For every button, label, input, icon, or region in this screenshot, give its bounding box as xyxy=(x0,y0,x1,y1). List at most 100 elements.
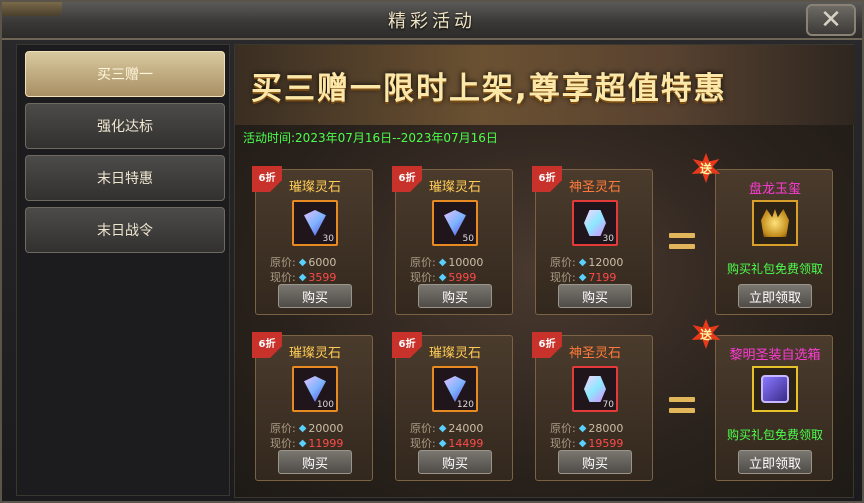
title-bar: 精彩活动 ✕ xyxy=(2,2,862,40)
original-price-value: 6000 xyxy=(308,255,337,269)
item-name: 璀璨灵石 xyxy=(288,346,341,361)
diamond-icon: ◆ xyxy=(298,256,307,268)
tab-doomsday-sale[interactable]: 末日特惠 xyxy=(25,155,225,201)
item-slot[interactable]: 30 xyxy=(292,200,338,246)
gift-card: 盘龙玉玺 购买礼包免费领取 立即领取 xyxy=(715,169,833,315)
radiant-gem-icon xyxy=(304,376,326,402)
original-price-value: 10000 xyxy=(448,255,484,269)
item-name: 神圣灵石 xyxy=(568,346,621,361)
original-price: 原价: ◆ 20000 xyxy=(270,420,343,436)
item-name: 璀璨灵石 xyxy=(428,180,481,195)
diamond-icon: ◆ xyxy=(298,437,307,449)
window-title: 精彩活动 xyxy=(388,11,476,32)
current-price-label: 现价: xyxy=(270,271,296,284)
item-card: 6折 璀璨灵石 30 原价: ◆ 6000 现价: ◆ 3599 购买 xyxy=(252,166,373,315)
original-price-label: 原价: xyxy=(410,422,436,435)
promo-banner: 买三赠一限时上架,尊享超值特惠 xyxy=(235,45,855,125)
current-price-value: 14499 xyxy=(448,436,484,450)
item-quantity: 30 xyxy=(602,234,614,244)
equals-icon xyxy=(669,233,695,249)
original-price-label: 原价: xyxy=(270,256,296,269)
claim-button[interactable]: 立即领取 xyxy=(738,284,812,308)
item-slot[interactable]: 100 xyxy=(292,366,338,412)
item-name: 神圣灵石 xyxy=(568,180,621,195)
original-price-value: 28000 xyxy=(588,421,624,435)
close-button[interactable]: ✕ xyxy=(806,4,856,36)
original-price-label: 原价: xyxy=(270,422,296,435)
item-slot[interactable]: 50 xyxy=(432,200,478,246)
buy-button[interactable]: 购买 xyxy=(558,450,632,474)
original-price-value: 20000 xyxy=(308,421,344,435)
item-name: 璀璨灵石 xyxy=(288,180,341,195)
current-price: 现价: ◆ 3599 xyxy=(270,269,336,285)
item-card: 6折 璀璨灵石 100 原价: ◆ 20000 现价: ◆ 11999 购买 xyxy=(252,332,373,481)
current-price-value: 19599 xyxy=(588,436,624,450)
tab-enhance-goal[interactable]: 强化达标 xyxy=(25,103,225,149)
item-slot[interactable]: 30 xyxy=(572,200,618,246)
gift-slot[interactable] xyxy=(752,200,798,246)
item-card: 6折 璀璨灵石 50 原价: ◆ 10000 现价: ◆ 5999 购买 xyxy=(392,166,513,315)
tab-doomsday-pass[interactable]: 末日战令 xyxy=(25,207,225,253)
gift-name: 黎明圣装自选箱 xyxy=(729,348,821,363)
item-slot[interactable]: 70 xyxy=(572,366,618,412)
item-quantity: 50 xyxy=(462,234,474,244)
banner-headline: 买三赠一限时上架,尊享超值特惠 xyxy=(251,71,727,107)
original-price: 原价: ◆ 24000 xyxy=(410,420,483,436)
buy-button[interactable]: 购买 xyxy=(278,284,352,308)
item-card: 6折 神圣灵石 70 原价: ◆ 28000 现价: ◆ 19599 购买 xyxy=(532,332,653,481)
buy-button[interactable]: 购买 xyxy=(558,284,632,308)
diamond-icon: ◆ xyxy=(578,256,587,268)
diamond-icon: ◆ xyxy=(438,256,447,268)
title-corner-ornament xyxy=(2,2,62,16)
current-price-label: 现价: xyxy=(270,437,296,450)
crown-seal-icon xyxy=(761,209,789,237)
holy-gem-icon xyxy=(584,376,606,402)
original-price-label: 原价: xyxy=(550,256,576,269)
event-time-value: 2023年07月16日--2023年07月16日 xyxy=(295,131,498,145)
chest-icon xyxy=(761,375,789,403)
buy-button[interactable]: 购买 xyxy=(418,450,492,474)
original-price: 原价: ◆ 6000 xyxy=(270,254,336,270)
original-price: 原价: ◆ 12000 xyxy=(550,254,623,270)
gift-card: 黎明圣装自选箱 购买礼包免费领取 立即领取 xyxy=(715,335,833,481)
diamond-icon: ◆ xyxy=(438,437,447,449)
diamond-icon: ◆ xyxy=(578,271,587,283)
item-name: 璀璨灵石 xyxy=(428,346,481,361)
original-price: 原价: ◆ 10000 xyxy=(410,254,483,270)
current-price: 现价: ◆ 11999 xyxy=(270,435,343,451)
original-price-value: 12000 xyxy=(588,255,624,269)
radiant-gem-icon xyxy=(444,376,466,402)
item-card: 6折 神圣灵石 30 原价: ◆ 12000 现价: ◆ 7199 购买 xyxy=(532,166,653,315)
item-slot[interactable]: 120 xyxy=(432,366,478,412)
buy-button[interactable]: 购买 xyxy=(278,450,352,474)
item-card: 6折 璀璨灵石 120 原价: ◆ 24000 现价: ◆ 14499 购买 xyxy=(392,332,513,481)
current-price: 现价: ◆ 14499 xyxy=(410,435,483,451)
current-price: 现价: ◆ 5999 xyxy=(410,269,476,285)
gift-slot[interactable] xyxy=(752,366,798,412)
diamond-icon: ◆ xyxy=(298,271,307,283)
current-price-label: 现价: xyxy=(410,271,436,284)
diamond-icon: ◆ xyxy=(578,422,587,434)
diamond-icon: ◆ xyxy=(578,437,587,449)
buy-button[interactable]: 购买 xyxy=(418,284,492,308)
original-price-label: 原价: xyxy=(550,422,576,435)
tab-buy-three-get-one[interactable]: 买三赠一 xyxy=(25,51,225,97)
current-price-value: 11999 xyxy=(308,436,344,450)
sidebar: 买三赠一 强化达标 末日特惠 末日战令 xyxy=(16,44,230,496)
claim-button[interactable]: 立即领取 xyxy=(738,450,812,474)
gift-description: 购买礼包免费领取 xyxy=(726,428,823,442)
gift-name: 盘龙玉玺 xyxy=(748,182,801,197)
item-quantity: 120 xyxy=(456,400,474,410)
radiant-gem-icon xyxy=(304,210,326,236)
close-icon: ✕ xyxy=(820,5,842,35)
current-price-value: 5999 xyxy=(448,270,477,284)
gift-description: 购买礼包免费领取 xyxy=(726,262,823,276)
item-quantity: 30 xyxy=(322,234,334,244)
diamond-icon: ◆ xyxy=(438,271,447,283)
event-time-label: 活动时间: xyxy=(243,131,296,145)
current-price-label: 现价: xyxy=(550,437,576,450)
item-quantity: 70 xyxy=(602,400,614,410)
current-price: 现价: ◆ 7199 xyxy=(550,269,616,285)
current-price: 现价: ◆ 19599 xyxy=(550,435,623,451)
original-price: 原价: ◆ 28000 xyxy=(550,420,623,436)
